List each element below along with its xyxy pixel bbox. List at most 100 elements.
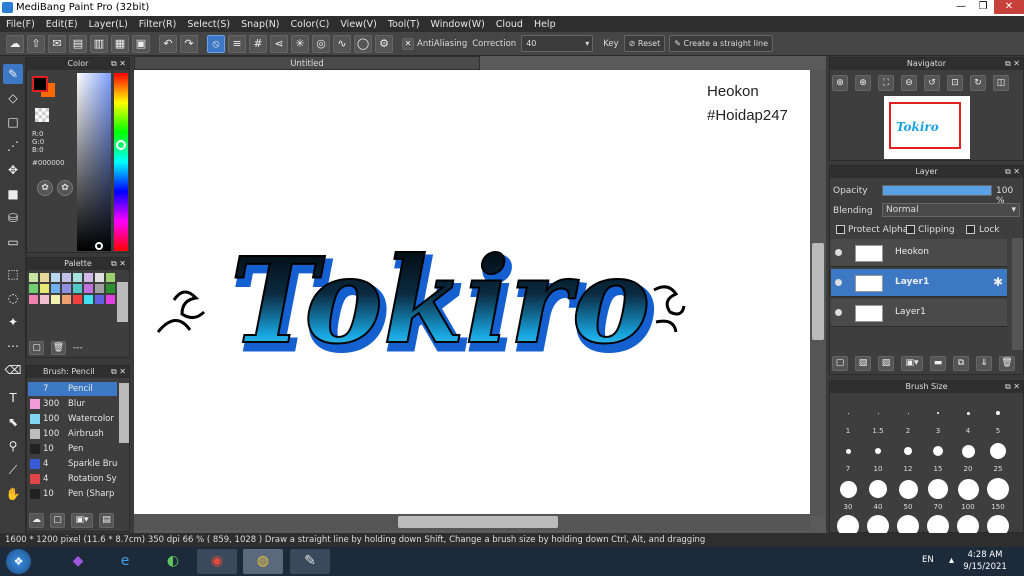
page-icon[interactable]: ▤	[69, 34, 87, 53]
brush-item[interactable]: 4 Rotation Sy	[28, 472, 117, 486]
brush-size-cell[interactable]: 1.5	[864, 401, 892, 437]
palette-swatch[interactable]	[51, 284, 60, 293]
visibility-eye-icon[interactable]	[835, 309, 842, 316]
snap-parallel-icon[interactable]: ≡	[228, 34, 246, 53]
palette-swatch[interactable]	[62, 273, 71, 282]
brush-scrollbar[interactable]	[119, 383, 129, 443]
saturation-value-box[interactable]	[77, 73, 111, 251]
coccoc-browser-icon[interactable]: ◐	[153, 549, 193, 574]
brush-size-cell[interactable]: 25	[984, 439, 1012, 475]
operation-tool-icon[interactable]: ⬉	[3, 412, 23, 432]
document-tab[interactable]: Untitled	[134, 56, 480, 70]
menu-cloud[interactable]: Cloud	[496, 19, 523, 30]
rotate-right-icon[interactable]: ↻	[970, 75, 986, 91]
brush-size-cell[interactable]: 20	[954, 439, 982, 475]
palette-swatch[interactable]	[73, 284, 82, 293]
brush-item[interactable]: 7Pencil✱	[28, 382, 117, 396]
brush-size-cell[interactable]: 5	[984, 401, 1012, 437]
text-tool-icon[interactable]: T	[3, 388, 23, 408]
horizontal-scroll-thumb[interactable]	[398, 516, 558, 528]
trash-icon[interactable]: 🗑	[51, 341, 66, 355]
bucket-tool-icon[interactable]: ⛁	[3, 208, 23, 228]
reset-view-icon[interactable]: ⊡	[947, 75, 963, 91]
add-brush-icon[interactable]: ▣▾	[71, 513, 93, 528]
navigator-preview[interactable]: Tokiro	[884, 96, 970, 159]
flip-icon[interactable]: ◫	[993, 75, 1009, 91]
brush-size-cell[interactable]: 50	[894, 477, 922, 513]
palette-swatch[interactable]	[95, 295, 104, 304]
brush-size-cell[interactable]	[924, 515, 952, 533]
brush-item[interactable]: 300 Blur	[28, 397, 117, 411]
undo-icon[interactable]: ↶	[159, 34, 177, 53]
color-wheel-icon[interactable]: ✿	[37, 180, 53, 196]
delete-layer-icon[interactable]: 🗑	[999, 355, 1015, 371]
clock[interactable]: 4:28 AM 9/15/2021	[962, 549, 1008, 573]
document-icon[interactable]: ▥	[90, 34, 108, 53]
clipping-checkbox[interactable]	[906, 225, 915, 234]
maximize-button[interactable]: ❐	[972, 0, 994, 14]
snap-vanish-icon[interactable]: ⋖	[270, 34, 288, 53]
redo-icon[interactable]: ↷	[180, 34, 198, 53]
brush-size-cell[interactable]: 4	[954, 401, 982, 437]
brush-item[interactable]: 100 Airbrush	[28, 427, 117, 441]
comic-panel-icon[interactable]: ▣	[132, 34, 150, 53]
fill-rect-tool-icon[interactable]: ■	[3, 184, 23, 204]
select-tool-icon[interactable]: ⬚	[3, 264, 23, 284]
hue-cursor[interactable]	[116, 140, 126, 150]
brush-size-cell[interactable]: 70	[924, 477, 952, 513]
tray-chevron-icon[interactable]: ▴	[949, 555, 954, 566]
transparent-swatch[interactable]	[35, 108, 49, 122]
menu-file[interactable]: File(F)	[6, 19, 35, 30]
menu-edit[interactable]: Edit(E)	[46, 19, 78, 30]
panel-window-icons[interactable]: ⧉ ✕	[111, 58, 126, 70]
palette-swatch[interactable]	[62, 284, 71, 293]
snap-curve-icon[interactable]: ∿	[333, 34, 351, 53]
brush-size-cell[interactable]	[894, 515, 922, 533]
layer-settings-gear-icon[interactable]: ✱	[993, 275, 1003, 289]
magic-wand-tool-icon[interactable]: ✦	[3, 312, 23, 332]
menu-color[interactable]: Color(C)	[291, 19, 330, 30]
brush-tool-icon[interactable]: ✎	[3, 64, 23, 84]
layer-row[interactable]: Layer1	[831, 299, 1007, 327]
palette-swatch[interactable]	[84, 273, 93, 282]
palette-swatch[interactable]	[29, 273, 38, 282]
shape-tool-icon[interactable]: □	[3, 112, 23, 132]
new-palette-icon[interactable]: ▢	[29, 341, 44, 355]
brush-size-cell[interactable]: 2	[894, 401, 922, 437]
palette-swatch[interactable]	[40, 284, 49, 293]
palette-swatch[interactable]	[95, 273, 104, 282]
panel-window-icons[interactable]: ⧉ ✕	[1005, 58, 1020, 70]
add-layer-menu-icon[interactable]: ▣▾	[901, 355, 923, 371]
panel-window-icons[interactable]: ⧉ ✕	[111, 258, 126, 270]
palette-swatch[interactable]	[95, 284, 104, 293]
brush-size-cell[interactable]: 1	[834, 401, 862, 437]
brush-size-cell[interactable]: 12	[894, 439, 922, 475]
brush-size-cell[interactable]: 30	[834, 477, 862, 513]
brush-size-cell[interactable]: 10	[864, 439, 892, 475]
share-icon[interactable]: ⇧	[27, 34, 45, 53]
palette-swatch[interactable]	[106, 295, 115, 304]
brush-size-cell[interactable]: 15	[924, 439, 952, 475]
merge-down-icon[interactable]: ⇓	[976, 355, 992, 371]
language-indicator[interactable]: EN	[922, 555, 934, 565]
palette-swatch[interactable]	[40, 295, 49, 304]
snap-ellipse-icon[interactable]: ◯	[354, 34, 372, 53]
palette-scrollbar[interactable]	[117, 282, 128, 322]
paint-icon[interactable]: ✎	[290, 549, 330, 574]
menu-view[interactable]: View(V)	[340, 19, 376, 30]
blending-select[interactable]: Normal ▾	[882, 203, 1020, 217]
divide-tool-icon[interactable]: ⟋	[3, 460, 23, 480]
snap-off-icon[interactable]: ⦸	[207, 34, 225, 53]
brush-size-cell[interactable]: 100	[954, 477, 982, 513]
new-halftone-layer-icon[interactable]: ▧	[855, 355, 871, 371]
snap-circle-icon[interactable]: ◎	[312, 34, 330, 53]
menu-tool[interactable]: Tool(T)	[388, 19, 420, 30]
dropper-tool-icon[interactable]: ⚲	[3, 436, 23, 456]
menu-help[interactable]: Help	[534, 19, 556, 30]
palette-swatch[interactable]	[51, 295, 60, 304]
brush-size-cell[interactable]	[834, 515, 862, 533]
straight-line-button[interactable]: ✎ Create a straight line	[669, 35, 774, 52]
palette-swatch[interactable]	[40, 273, 49, 282]
lasso-tool-icon[interactable]: ◌	[3, 288, 23, 308]
layer-row[interactable]: Heokon	[831, 239, 1007, 267]
